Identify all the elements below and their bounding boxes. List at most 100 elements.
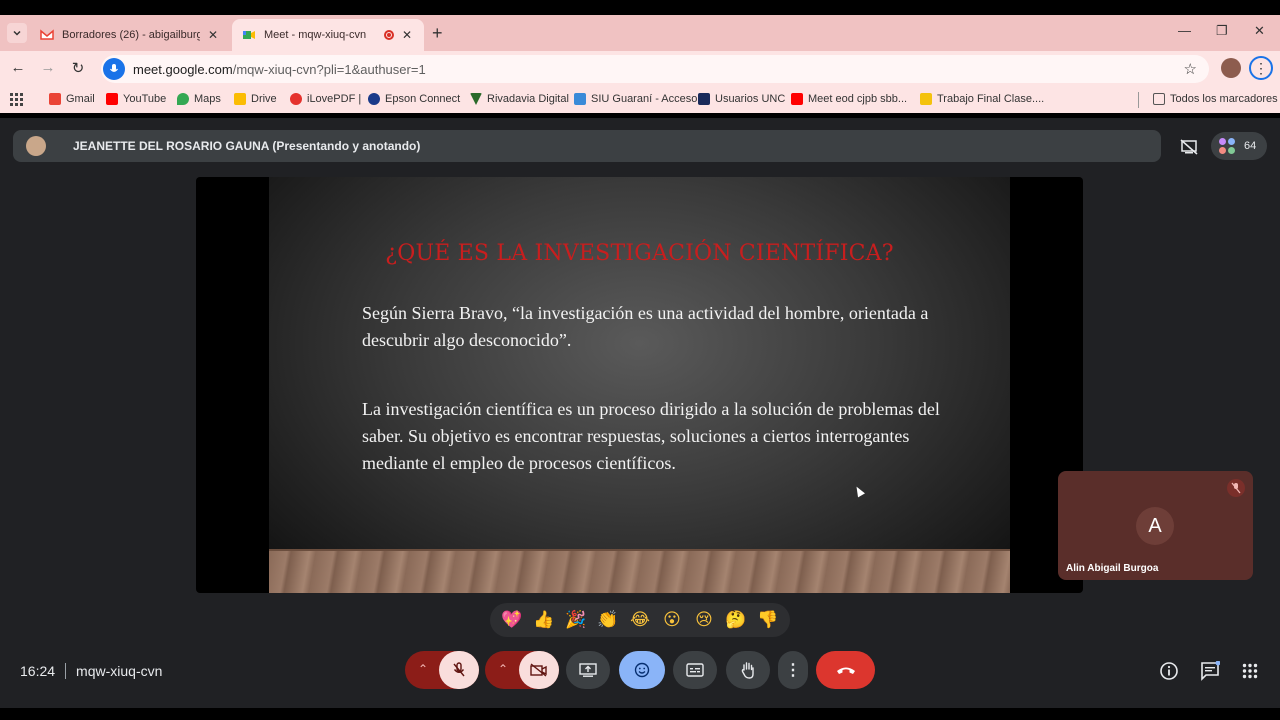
heart-icon bbox=[290, 93, 302, 105]
bookmark-siu[interactable]: SIU Guaraní - Acceso bbox=[574, 93, 697, 105]
bookmark-gmail[interactable]: Gmail bbox=[49, 93, 95, 105]
presenter-avatar bbox=[26, 136, 46, 156]
chat-icon bbox=[1201, 661, 1220, 681]
camera-toggle-button[interactable] bbox=[519, 651, 559, 689]
bookmark-unc[interactable]: Usuarios UNC bbox=[698, 93, 785, 105]
reaction-surprised[interactable]: 😮 bbox=[659, 607, 685, 633]
call-controls: ⌃ ⌃ ⋮ bbox=[0, 651, 1280, 691]
present-screen-button[interactable] bbox=[566, 651, 610, 689]
youtube-icon bbox=[106, 93, 118, 105]
tab-gmail[interactable]: Borradores (26) - abigailburgoa ✕ bbox=[30, 19, 230, 51]
meet-area: JEANETTE DEL ROSARIO GAUNA (Presentando … bbox=[0, 118, 1280, 708]
mouse-cursor-icon bbox=[853, 484, 865, 498]
folder-icon bbox=[1153, 93, 1165, 105]
reaction-thinking[interactable]: 🤔 bbox=[723, 607, 749, 633]
self-video-tile[interactable]: A Alin Abigail Burgoa bbox=[1058, 471, 1253, 580]
reaction-sad[interactable]: 😢 bbox=[691, 607, 717, 633]
reactions-button[interactable] bbox=[619, 651, 665, 689]
bookmark-ilovepdf[interactable]: iLovePDF | bbox=[290, 93, 361, 105]
close-window-button[interactable]: ✕ bbox=[1254, 23, 1265, 39]
more-options-button[interactable]: ⋮ bbox=[778, 651, 808, 689]
mic-off-icon bbox=[1227, 479, 1245, 497]
youtube-icon bbox=[791, 93, 803, 105]
participants-avatars-icon bbox=[1219, 138, 1235, 154]
tab-title: Meet - mqw-xiuq-cvn bbox=[264, 29, 367, 41]
reload-button[interactable]: ↻ bbox=[68, 59, 88, 77]
profile-avatar[interactable] bbox=[1221, 58, 1241, 78]
camera-off-icon bbox=[530, 663, 547, 677]
reaction-laugh[interactable]: 😂 bbox=[627, 607, 653, 633]
reaction-clap[interactable]: 👏 bbox=[595, 607, 621, 633]
chevron-down-icon bbox=[13, 30, 21, 36]
activities-button[interactable] bbox=[1239, 660, 1261, 682]
siu-icon bbox=[574, 93, 586, 105]
reaction-thumbs-up[interactable]: 👍 bbox=[531, 607, 557, 633]
bookmarks-bar: Gmail YouTube Maps Drive iLovePDF | Epso… bbox=[0, 87, 1280, 113]
mic-icon[interactable] bbox=[103, 58, 125, 80]
slide-paragraph-2: La investigación científica es un proces… bbox=[362, 399, 940, 473]
new-tab-button[interactable]: + bbox=[432, 23, 443, 43]
close-icon[interactable]: ✕ bbox=[400, 28, 414, 42]
hand-icon bbox=[741, 662, 754, 679]
reaction-party[interactable]: 🎉 bbox=[563, 607, 589, 633]
slide-wood-floor bbox=[269, 549, 1010, 593]
leave-call-button[interactable] bbox=[816, 651, 875, 689]
reaction-sparkling-heart[interactable]: 💖 bbox=[499, 607, 525, 633]
mic-toggle-button[interactable] bbox=[439, 651, 479, 689]
chat-button[interactable] bbox=[1199, 660, 1221, 682]
bookmark-meet-eod[interactable]: Meet eod cjpb sbb... bbox=[791, 93, 907, 105]
bookmark-maps[interactable]: Maps bbox=[177, 93, 221, 105]
screen: Borradores (26) - abigailburgoa ✕ Meet -… bbox=[0, 0, 1280, 720]
reaction-thumbs-down[interactable]: 👎 bbox=[755, 607, 781, 633]
address-bar[interactable]: meet.google.com/mqw-xiuq-cvn?pli=1&authu… bbox=[101, 55, 1209, 83]
bookmark-trabajo[interactable]: Trabajo Final Clase.... bbox=[920, 93, 1044, 105]
browser-toolbar: ← → ↻ meet.google.com/mqw-xiuq-cvn?pli=1… bbox=[0, 51, 1280, 87]
captions-button[interactable] bbox=[673, 651, 717, 689]
chevron-up-icon[interactable]: ⌃ bbox=[418, 662, 428, 676]
meet-icon bbox=[243, 31, 255, 39]
info-icon bbox=[1160, 662, 1178, 680]
captions-icon bbox=[686, 663, 704, 677]
gmail-icon bbox=[40, 29, 54, 40]
participants-count: 64 bbox=[1244, 140, 1257, 152]
minimize-button[interactable]: — bbox=[1178, 23, 1191, 38]
star-icon[interactable]: ☆ bbox=[1184, 60, 1197, 78]
chevron-up-icon[interactable]: ⌃ bbox=[498, 662, 508, 676]
participants-chip[interactable]: 64 bbox=[1211, 132, 1267, 160]
epson-icon bbox=[368, 93, 380, 105]
raise-hand-button[interactable] bbox=[726, 651, 770, 689]
forward-button[interactable]: → bbox=[38, 59, 58, 76]
close-icon[interactable]: ✕ bbox=[206, 28, 220, 42]
gmail-icon bbox=[49, 93, 61, 105]
all-bookmarks[interactable]: Todos los marcadores bbox=[1153, 93, 1278, 105]
apps-grid-icon bbox=[1242, 663, 1258, 679]
url-text: meet.google.com/mqw-xiuq-cvn?pli=1&authu… bbox=[133, 61, 426, 77]
presentation-stage: ¿QUÉ ES LA INVESTIGACIÓN CIENTÍFICA? Seg… bbox=[196, 177, 1083, 593]
bookmark-drive[interactable]: Drive bbox=[234, 93, 277, 105]
bookmark-youtube[interactable]: YouTube bbox=[106, 93, 166, 105]
hide-presentation-button[interactable] bbox=[1175, 133, 1203, 161]
meeting-details-button[interactable] bbox=[1158, 660, 1180, 682]
self-avatar: A bbox=[1136, 507, 1174, 545]
rivadavia-icon bbox=[470, 93, 482, 105]
unc-icon bbox=[698, 93, 710, 105]
drive-icon bbox=[234, 93, 246, 105]
camera-control-group: ⌃ bbox=[485, 651, 559, 689]
tab-search-button[interactable] bbox=[7, 23, 27, 43]
emoji-icon bbox=[634, 662, 650, 678]
bookmark-rivadavia[interactable]: Rivadavia Digital bbox=[470, 93, 569, 105]
restore-button[interactable]: ❐ bbox=[1216, 23, 1228, 39]
present-screen-icon bbox=[579, 663, 597, 677]
apps-grid-icon[interactable] bbox=[10, 93, 23, 106]
slide-paragraph-1: Según Sierra Bravo, “la investigación es… bbox=[362, 303, 929, 350]
tab-title: Borradores (26) - abigailburgoa bbox=[62, 29, 200, 41]
tab-meet[interactable]: Meet - mqw-xiuq-cvn ✕ bbox=[232, 19, 424, 51]
browser-menu-button[interactable]: ⋮ bbox=[1249, 56, 1273, 80]
more-vert-icon: ⋮ bbox=[785, 662, 801, 679]
slide: ¿QUÉ ES LA INVESTIGACIÓN CIENTÍFICA? Seg… bbox=[269, 177, 1010, 593]
phone-hangup-icon bbox=[836, 667, 855, 674]
back-button[interactable]: ← bbox=[8, 59, 28, 76]
bookmarks-divider bbox=[1138, 92, 1139, 108]
bookmark-epson[interactable]: Epson Connect bbox=[368, 93, 460, 105]
slides-icon bbox=[920, 93, 932, 105]
